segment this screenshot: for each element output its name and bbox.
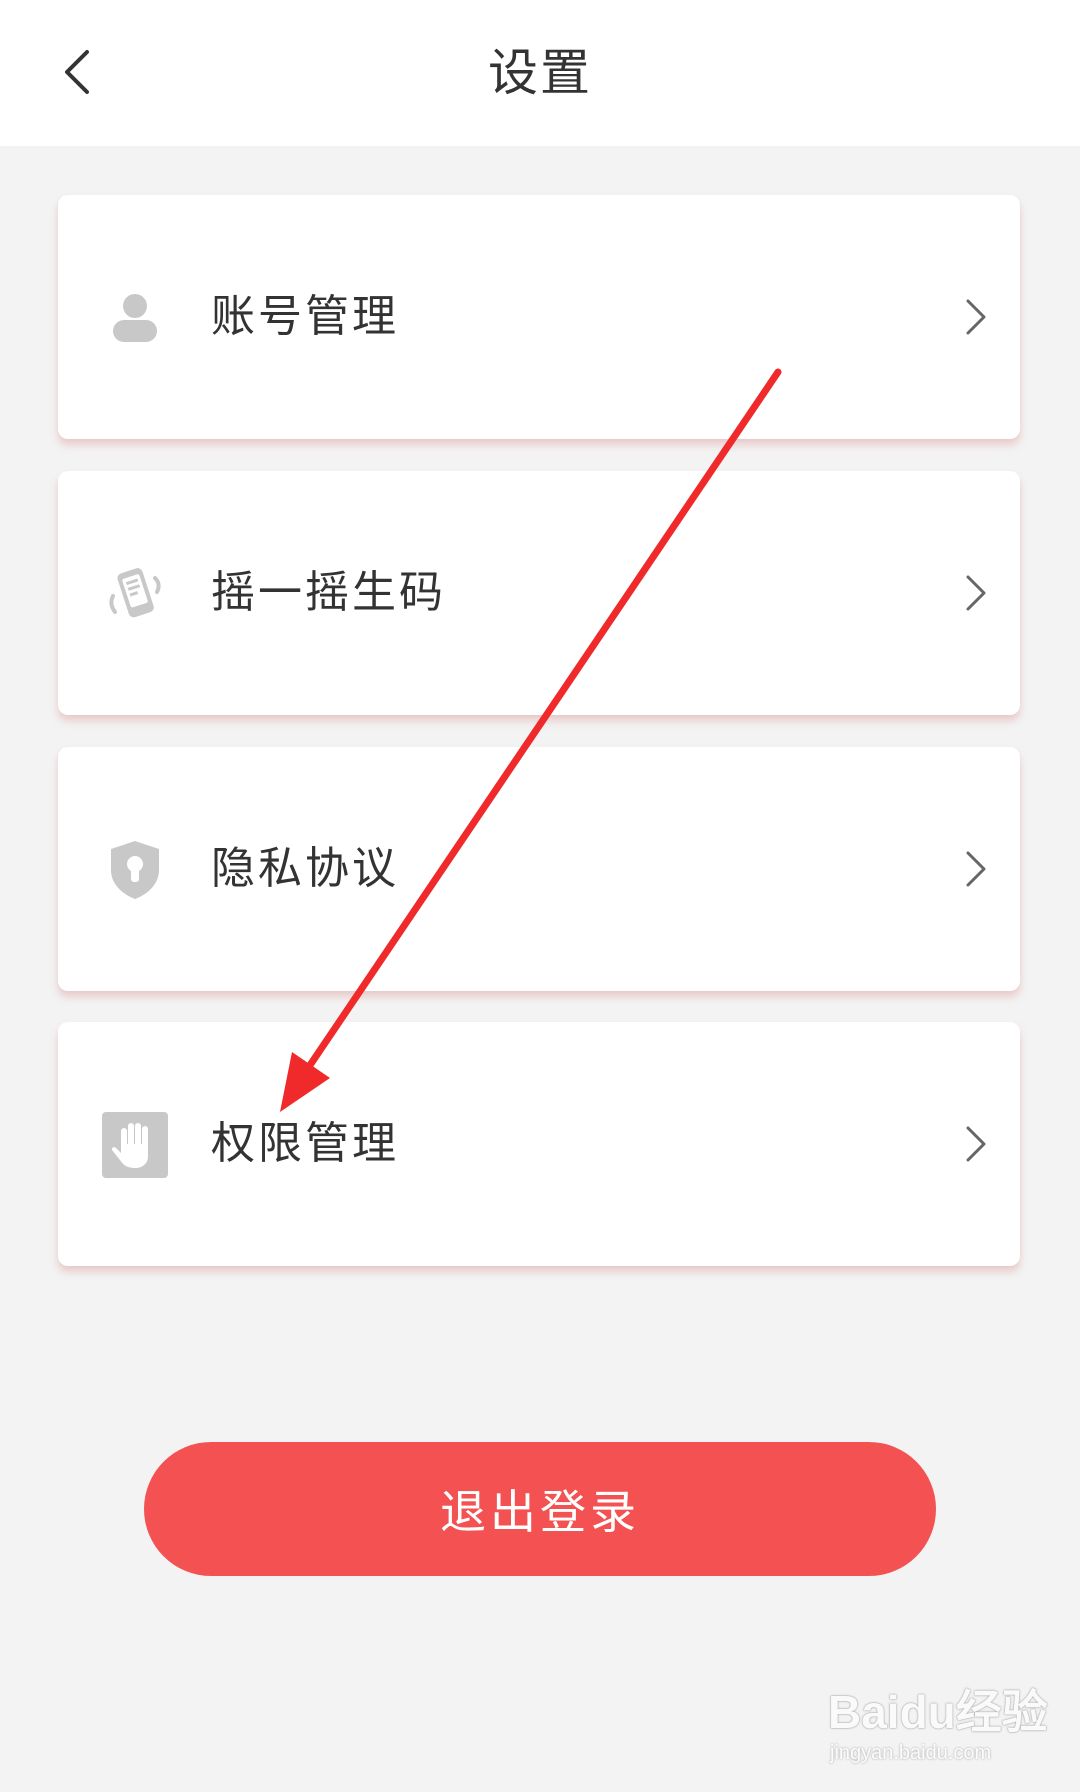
menu-item-label: 隐私协议 [211,843,399,894]
chevron-right-icon [966,1126,986,1162]
logout-button[interactable]: 退出登录 [144,1442,936,1576]
watermark-url: jingyan.baidu.com [830,1742,992,1764]
baidu-jingyan-watermark: Baidu经验 jingyan.baidu.com [828,1676,1068,1786]
menu-item-privacy-agreement[interactable]: 隐私协议 [58,747,1020,991]
page-title: 设置 [488,44,592,102]
app-header: 设置 [0,0,1080,146]
chevron-right-icon [966,299,986,335]
menu-item-permission-management[interactable]: 权限管理 [58,1022,1020,1266]
hand-icon [100,1110,170,1180]
shield-lock-icon [100,835,170,905]
user-icon [100,283,170,353]
menu-item-label: 权限管理 [211,1118,399,1169]
shake-phone-icon [100,559,170,629]
back-button[interactable] [52,40,102,104]
chevron-right-icon [966,851,986,887]
menu-item-label: 账号管理 [211,291,399,342]
menu-item-shake-code[interactable]: 摇一摇生码 [58,471,1020,715]
menu-item-label: 摇一摇生码 [211,567,446,618]
watermark-logo: Baidu经验 [828,1686,1048,1738]
menu-item-account-management[interactable]: 账号管理 [58,195,1020,439]
chevron-left-icon [65,50,89,94]
chevron-right-icon [966,575,986,611]
